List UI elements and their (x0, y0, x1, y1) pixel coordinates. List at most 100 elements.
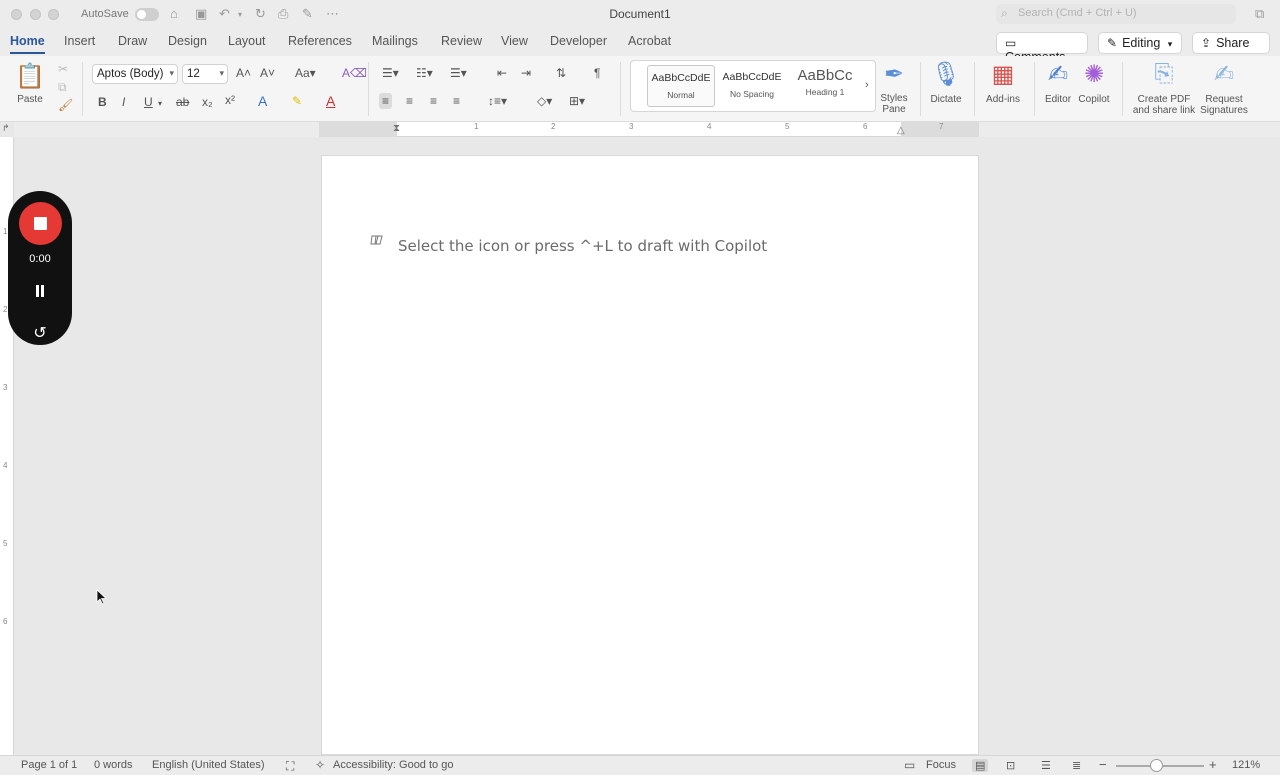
ruler-page-area[interactable]: 1 2 3 4 5 6 7 ⧗ △ (319, 122, 979, 137)
language-status[interactable]: English (United States) (152, 759, 265, 771)
print-layout-icon[interactable]: ▤ (972, 759, 989, 772)
italic-icon[interactable]: I (122, 95, 125, 109)
create-pdf-icon[interactable]: ⎘ (1148, 60, 1180, 88)
style-no-spacing[interactable]: AaBbCcDdE No Spacing (720, 65, 784, 107)
minimize-window-button[interactable] (30, 9, 41, 20)
underline-icon[interactable]: U (144, 95, 153, 109)
justify-icon[interactable]: ≡ (453, 94, 460, 108)
decrease-font-icon[interactable]: A˅ (260, 66, 275, 80)
line-spacing-icon[interactable]: ↕≡▾ (488, 94, 507, 108)
increase-indent-icon[interactable]: ⇥ (521, 66, 531, 80)
bold-icon[interactable]: B (98, 95, 107, 109)
draft-view-icon[interactable]: ≣ (1072, 759, 1081, 772)
indent-marker-icon[interactable]: ⧗ (393, 123, 400, 134)
change-case-icon[interactable]: Aa▾ (295, 66, 316, 80)
tab-view[interactable]: View (501, 34, 528, 48)
focus-label[interactable]: Focus (926, 759, 956, 771)
word-count[interactable]: 0 words (94, 759, 133, 771)
pause-icon[interactable] (35, 285, 45, 297)
tab-selector-icon[interactable]: ↱ (2, 123, 10, 134)
zoom-slider-knob[interactable] (1149, 759, 1163, 772)
tab-layout[interactable]: Layout (228, 34, 266, 48)
style-normal[interactable]: AaBbCcDdE Normal (647, 65, 715, 107)
copilot-draft-icon[interactable] (370, 234, 384, 246)
accessibility-status[interactable]: Accessibility: Good to go (333, 759, 453, 771)
paste-label[interactable]: Paste (12, 94, 48, 105)
undo-dropdown-icon[interactable]: ▾ (238, 10, 242, 19)
show-formatting-icon[interactable]: ¶ (594, 66, 600, 80)
create-pdf-label[interactable]: Create PDF and share link (1128, 94, 1200, 116)
undo-icon[interactable]: ↶ (219, 6, 230, 22)
outline-view-icon[interactable]: ☰ (1041, 759, 1051, 772)
add-ins-label[interactable]: Add-ins (982, 94, 1024, 105)
shading-icon[interactable]: ◇▾ (537, 94, 552, 108)
request-signatures-icon[interactable]: ✍ (1208, 60, 1240, 89)
multilevel-list-icon[interactable]: ☰▾ (450, 66, 467, 80)
decrease-indent-icon[interactable]: ⇤ (497, 66, 507, 80)
chevron-down-icon[interactable]: ▾ (158, 97, 162, 111)
zoom-out-icon[interactable]: − (1099, 757, 1107, 772)
share-button[interactable]: ⇪Share ▾ (1192, 32, 1270, 63)
align-left-icon[interactable]: ≡ (379, 93, 393, 109)
home-icon[interactable]: ⌂ (170, 6, 178, 21)
editor-label[interactable]: Editor (1038, 94, 1078, 105)
tab-acrobat[interactable]: Acrobat (628, 34, 671, 48)
zoom-window-button[interactable] (48, 9, 59, 20)
clear-formatting-icon[interactable]: A⌫ (342, 66, 367, 80)
more-icon[interactable]: ⋯ (326, 6, 339, 22)
accessibility-icon[interactable]: ✧ (315, 758, 325, 772)
superscript-icon[interactable]: x² (225, 93, 235, 107)
sort-icon[interactable]: ⇅ (556, 66, 566, 80)
save-icon[interactable]: ▣ (195, 6, 207, 22)
restart-icon[interactable]: ↺ (8, 323, 72, 343)
share-window-icon[interactable]: ⧉ (1255, 6, 1264, 22)
numbering-icon[interactable]: ☷▾ (416, 66, 433, 80)
web-layout-icon[interactable]: ⊡ (1006, 759, 1015, 772)
stop-recording-button[interactable] (19, 202, 62, 245)
styles-pane-icon[interactable]: ✒ (878, 60, 910, 89)
comments-button[interactable]: ▭Comments (996, 32, 1088, 64)
dictate-label[interactable]: Dictate (926, 94, 966, 105)
subscript-icon[interactable]: x₂ (202, 95, 213, 109)
chevron-right-icon[interactable]: › (865, 79, 869, 91)
edit-doc-icon[interactable]: ✎ (302, 6, 313, 22)
align-center-icon[interactable]: ≡ (406, 94, 413, 108)
bullets-icon[interactable]: ☰▾ (382, 66, 399, 80)
clipboard-icon[interactable]: 📋 (14, 62, 46, 91)
tab-design[interactable]: Design (168, 34, 207, 48)
strikethrough-icon[interactable]: ab (176, 95, 189, 109)
tab-home[interactable]: Home (10, 34, 45, 54)
editing-mode-button[interactable]: ✎ Editing ▾ (1098, 32, 1182, 54)
borders-icon[interactable]: ⊞▾ (569, 94, 585, 108)
microphone-icon[interactable]: 🎙 (930, 60, 962, 89)
track-changes-icon[interactable]: ⛶ (286, 759, 294, 774)
format-painter-icon[interactable]: 🖌 (58, 98, 73, 112)
add-ins-icon[interactable]: ▦ (987, 60, 1019, 89)
increase-font-icon[interactable]: A˄ (236, 66, 251, 80)
text-effects-icon[interactable]: A (258, 94, 267, 108)
font-size-select[interactable]: 12 ▾ (182, 64, 228, 84)
autosave-toggle[interactable] (135, 8, 159, 21)
redo-icon[interactable]: ↻ (255, 6, 266, 22)
request-signatures-label[interactable]: Request Signatures (1196, 94, 1252, 116)
zoom-percentage[interactable]: 121% (1232, 759, 1260, 771)
font-color-icon[interactable]: A (326, 94, 335, 108)
focus-icon[interactable]: ▭ (904, 758, 915, 772)
font-name-select[interactable]: Aptos (Body) ▾ (92, 64, 178, 84)
styles-pane-label[interactable]: Styles Pane (874, 93, 914, 115)
tab-draw[interactable]: Draw (118, 34, 147, 48)
editor-icon[interactable]: ✍ (1042, 60, 1074, 89)
align-right-icon[interactable]: ≡ (430, 94, 437, 108)
tab-review[interactable]: Review (441, 34, 482, 48)
copilot-icon[interactable]: ✺ (1078, 60, 1110, 89)
right-indent-marker-icon[interactable]: △ (897, 125, 905, 136)
tab-insert[interactable]: Insert (64, 34, 95, 48)
copy-icon[interactable]: ⧉ (58, 80, 67, 94)
copilot-label[interactable]: Copilot (1074, 94, 1114, 105)
print-icon[interactable]: ⎙ (278, 6, 288, 22)
tab-developer[interactable]: Developer (550, 34, 607, 48)
close-window-button[interactable] (11, 9, 22, 20)
style-heading-1[interactable]: AaBbCc Heading 1 (791, 65, 859, 107)
page-count[interactable]: Page 1 of 1 (21, 759, 77, 771)
highlight-icon[interactable]: ✎ (292, 94, 302, 108)
